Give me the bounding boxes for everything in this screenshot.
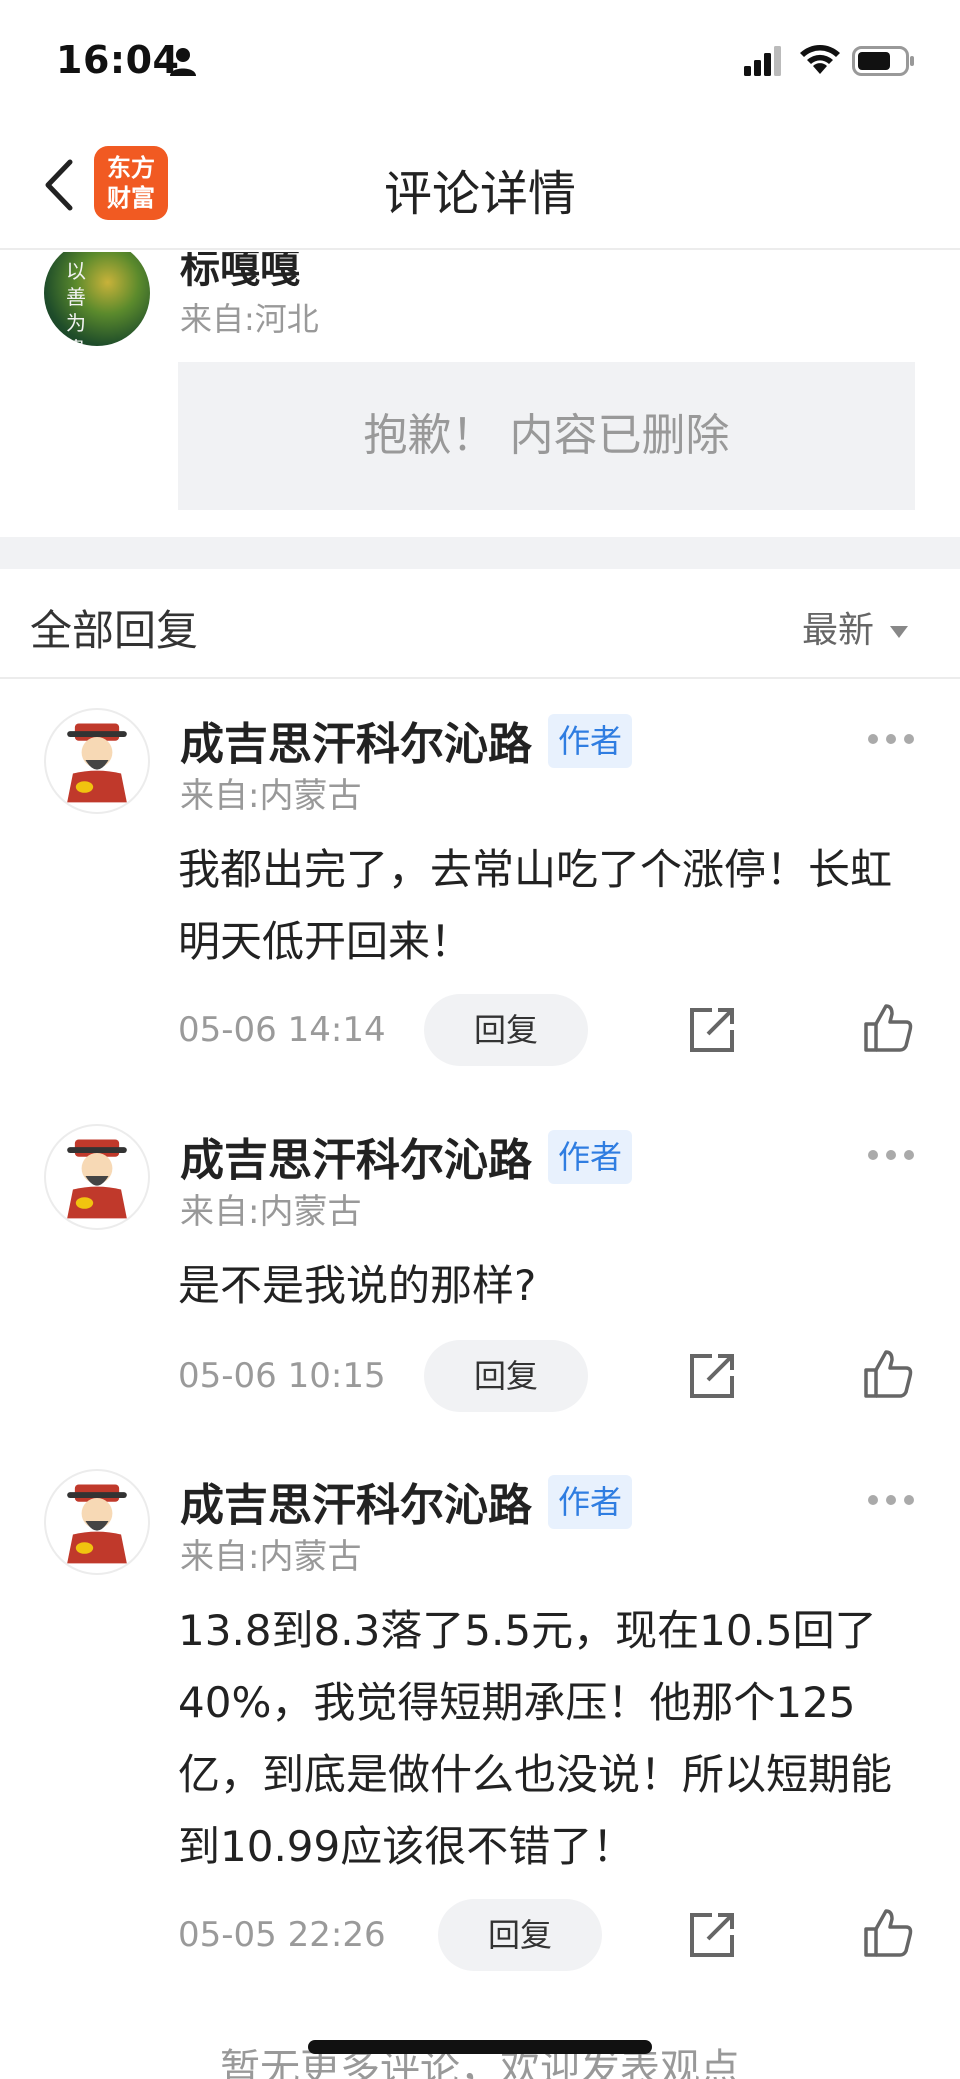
comment-location: 来自:内蒙古 (180, 776, 362, 816)
sort-label: 最新 (801, 610, 874, 651)
fortune-god-avatar-icon (67, 1484, 127, 1564)
page-title: 评论详情 (383, 166, 576, 222)
share-icon[interactable] (686, 1004, 738, 1056)
wifi-icon (800, 45, 840, 74)
share-icon[interactable] (686, 1909, 738, 1961)
comment-location: 来自:内蒙古 (180, 1537, 362, 1577)
section-divider (0, 537, 960, 569)
author-badge: 作者 (548, 1475, 633, 1529)
reply-button[interactable]: 回复 (438, 1899, 602, 1971)
comment-username[interactable]: 成吉思汗科尔沁路 (180, 708, 532, 772)
reply-button[interactable]: 回复 (424, 1340, 588, 1412)
home-indicator[interactable] (308, 2040, 652, 2054)
author-badge: 作者 (548, 714, 633, 768)
comment-username[interactable]: 成吉思汗科尔沁路 (180, 1469, 532, 1533)
comment-username[interactable]: 成吉思汗科尔沁路 (180, 1124, 532, 1188)
more-icon[interactable] (868, 1493, 914, 1507)
replies-title: 全部回复 (30, 606, 199, 655)
fortune-god-avatar-icon (67, 1139, 127, 1219)
nav-bar: 东方 财富 评论详情 (0, 120, 960, 250)
signal-icon (744, 46, 781, 76)
avatar[interactable] (44, 1124, 150, 1230)
comment-text: 是不是我说的那样? (178, 1261, 537, 1310)
comment-time: 05-06 14:14 (178, 1010, 386, 1050)
more-icon[interactable] (868, 732, 914, 746)
avatar[interactable] (44, 708, 150, 814)
comment-text: 我都出完了，去常山吃了个涨停！长虹明天低开回来！ (178, 845, 893, 966)
status-time: 16:04 (56, 38, 180, 82)
deleted-content-notice: 抱歉！ 内容已删除 (178, 362, 915, 510)
more-icon[interactable] (868, 1148, 914, 1162)
fortune-god-avatar-icon (67, 723, 127, 803)
post-username[interactable]: 标嘎嘎 (180, 252, 300, 294)
avatar-calligraphy: 以善为贵 (66, 259, 86, 346)
thumbs-up-icon[interactable] (862, 1907, 914, 1959)
thumbs-up-icon[interactable] (862, 1348, 914, 1400)
person-icon (170, 48, 196, 76)
replies-header: 全部回复 最新 (0, 569, 960, 679)
avatar[interactable] (44, 1469, 150, 1575)
original-post: 以善为贵 标嘎嘎 来自:河北 抱歉！ 内容已删除 (0, 252, 960, 537)
battery-icon (852, 46, 914, 76)
share-icon[interactable] (686, 1350, 738, 1402)
comment-location: 来自:内蒙古 (180, 1192, 362, 1232)
author-badge: 作者 (548, 1130, 633, 1184)
caret-down-icon (890, 626, 908, 638)
post-avatar[interactable]: 以善为贵 (44, 252, 150, 346)
thumbs-up-icon[interactable] (862, 1002, 914, 1054)
post-location: 来自:河北 (180, 300, 319, 338)
sort-dropdown[interactable]: 最新 (802, 601, 908, 653)
comment-time: 05-06 10:15 (178, 1356, 386, 1396)
status-bar: 16:04 (0, 0, 960, 120)
comment-time: 05-05 22:26 (178, 1915, 386, 1955)
comment-text: 13.8到8.3落了5.5元，现在10.5回了40%，我觉得短期承压！他那个12… (178, 1606, 893, 1871)
reply-button[interactable]: 回复 (424, 994, 588, 1066)
